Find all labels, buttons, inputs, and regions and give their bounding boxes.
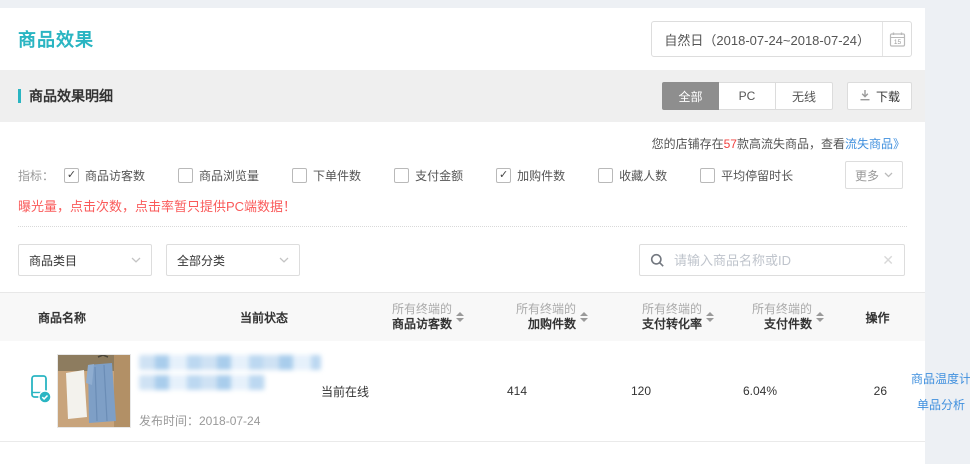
loss-count: 57 — [724, 137, 737, 151]
svg-text:15: 15 — [893, 39, 901, 46]
download-button[interactable]: 下载 — [847, 82, 912, 110]
product-thermometer-link[interactable]: 商品温度计 — [911, 370, 970, 387]
metric-label: 商品访客数 — [85, 167, 145, 184]
product-thumbnail[interactable] — [57, 354, 131, 428]
product-info: 发布时间：2018-07-24 — [139, 353, 321, 429]
content-panel: 商品效果 自然日（2018-07-24~2018-07-24） 15 商品效果明… — [0, 8, 925, 464]
search-input[interactable] — [672, 252, 882, 269]
pay-items-cell: 26 — [801, 384, 911, 398]
metric-item-cart-adds[interactable]: 加购件数 — [496, 167, 565, 184]
pc-data-note: 曝光量，点击次数，点击率暂只提供PC端数据！ — [0, 198, 925, 216]
metrics-row: 指标： 商品访客数 商品浏览量 下单件数 支付金额 加购件数 收藏人数 平均停留… — [0, 160, 925, 190]
column-header-product-name: 商品名称 — [0, 309, 240, 326]
search-box[interactable]: ✕ — [639, 244, 905, 276]
metric-item-pay-amount[interactable]: 支付金额 — [394, 167, 463, 184]
section-title-marker — [18, 89, 21, 103]
chevron-down-icon — [279, 257, 289, 263]
status-cell: 当前在线 — [321, 383, 431, 400]
download-icon — [859, 89, 871, 104]
chevron-down-icon — [884, 172, 893, 178]
tab-all[interactable]: 全部 — [662, 82, 719, 110]
checkbox-icon[interactable] — [598, 168, 613, 183]
checkbox-icon[interactable] — [64, 168, 79, 183]
checkbox-icon[interactable] — [394, 168, 409, 183]
metric-item-visitors[interactable]: 商品访客数 — [64, 167, 145, 184]
subcategory-select[interactable]: 全部分类 — [166, 244, 300, 276]
loss-products-link[interactable]: 流失商品》 — [845, 137, 905, 151]
section-title: 商品效果明细 — [29, 86, 113, 106]
column-header-pay-items[interactable]: 所有终端的 支付件数 — [720, 302, 830, 332]
download-label: 下载 — [876, 88, 900, 105]
checkbox-icon[interactable] — [178, 168, 193, 183]
checkbox-icon[interactable] — [700, 168, 715, 183]
more-button[interactable]: 更多 — [845, 161, 903, 189]
page-header: 商品效果 自然日（2018-07-24~2018-07-24） 15 — [0, 8, 925, 70]
product-title-redacted[interactable] — [139, 355, 321, 370]
metric-label: 加购件数 — [517, 167, 565, 184]
sort-icon[interactable] — [580, 312, 588, 322]
metrics-label: 指标： — [18, 167, 54, 184]
pay-conversion-cell: 6.04% — [675, 384, 801, 398]
product-cell: 发布时间：2018-07-24 — [0, 353, 321, 429]
date-range-picker[interactable]: 自然日（2018-07-24~2018-07-24） 15 — [651, 21, 912, 57]
metric-label: 下单件数 — [313, 167, 361, 184]
sort-icon[interactable] — [816, 312, 824, 322]
metric-item-views[interactable]: 商品浏览量 — [178, 167, 259, 184]
column-header-cart-adds[interactable]: 所有终端的 加购件数 — [470, 302, 594, 332]
column-header-pay-conversion[interactable]: 所有终端的 支付转化率 — [594, 302, 720, 332]
metric-label: 支付金额 — [415, 167, 463, 184]
tab-pc[interactable]: PC — [719, 82, 776, 110]
product-title-redacted[interactable] — [139, 375, 265, 390]
visitors-cell: 414 — [431, 384, 551, 398]
category-select[interactable]: 商品类目 — [18, 244, 152, 276]
actions-cell: 商品温度计 单品分析 — [911, 370, 970, 413]
metric-label: 平均停留时长 — [721, 167, 793, 184]
mobile-online-icon — [30, 374, 52, 409]
metric-item-orders[interactable]: 下单件数 — [292, 167, 361, 184]
publish-time: 发布时间：2018-07-24 — [139, 412, 321, 429]
sort-icon[interactable] — [456, 312, 464, 322]
single-item-analysis-link[interactable]: 单品分析 — [917, 396, 965, 413]
cart-adds-cell: 120 — [551, 384, 675, 398]
table-header: 商品名称 当前状态 所有终端的 商品访客数 所有终端的 加购件数 所有终端的 — [0, 292, 925, 341]
metric-item-favorites[interactable]: 收藏人数 — [598, 167, 667, 184]
chevron-down-icon — [131, 257, 141, 263]
products-table: 商品名称 当前状态 所有终端的 商品访客数 所有终端的 加购件数 所有终端的 — [0, 292, 925, 442]
page-title: 商品效果 — [18, 26, 94, 52]
date-range-label: 自然日（2018-07-24~2018-07-24） — [652, 30, 882, 49]
metric-item-stay-time[interactable]: 平均停留时长 — [700, 167, 793, 184]
table-row: 发布时间：2018-07-24 当前在线 414 120 6.04% 26 商品… — [0, 341, 925, 442]
section-bar: 商品效果明细 全部 PC 无线 下载 — [0, 70, 925, 122]
column-header-status: 当前状态 — [240, 309, 350, 326]
loss-products-notice: 您的店铺存在57款高流失商品，查看流失商品》 — [0, 134, 925, 154]
metric-label: 收藏人数 — [619, 167, 667, 184]
clear-icon[interactable]: ✕ — [882, 253, 894, 267]
notice-middle: 款高流失商品，查看 — [737, 137, 845, 151]
divider — [18, 226, 907, 227]
notice-prefix: 您的店铺存在 — [652, 137, 724, 151]
subcategory-select-value: 全部分类 — [177, 252, 225, 269]
checkbox-icon[interactable] — [496, 168, 511, 183]
column-header-actions: 操作 — [830, 309, 925, 326]
filter-row: 商品类目 全部分类 ✕ — [0, 244, 925, 276]
tab-wireless[interactable]: 无线 — [776, 82, 833, 110]
search-icon — [650, 253, 665, 268]
checkbox-icon[interactable] — [292, 168, 307, 183]
category-select-value: 商品类目 — [29, 252, 77, 269]
column-header-visitors[interactable]: 所有终端的 商品访客数 — [350, 302, 470, 332]
more-label: 更多 — [855, 167, 879, 184]
sort-icon[interactable] — [706, 312, 714, 322]
calendar-icon[interactable]: 15 — [882, 22, 911, 56]
metric-label: 商品浏览量 — [199, 167, 259, 184]
terminal-tabs: 全部 PC 无线 — [662, 82, 833, 110]
